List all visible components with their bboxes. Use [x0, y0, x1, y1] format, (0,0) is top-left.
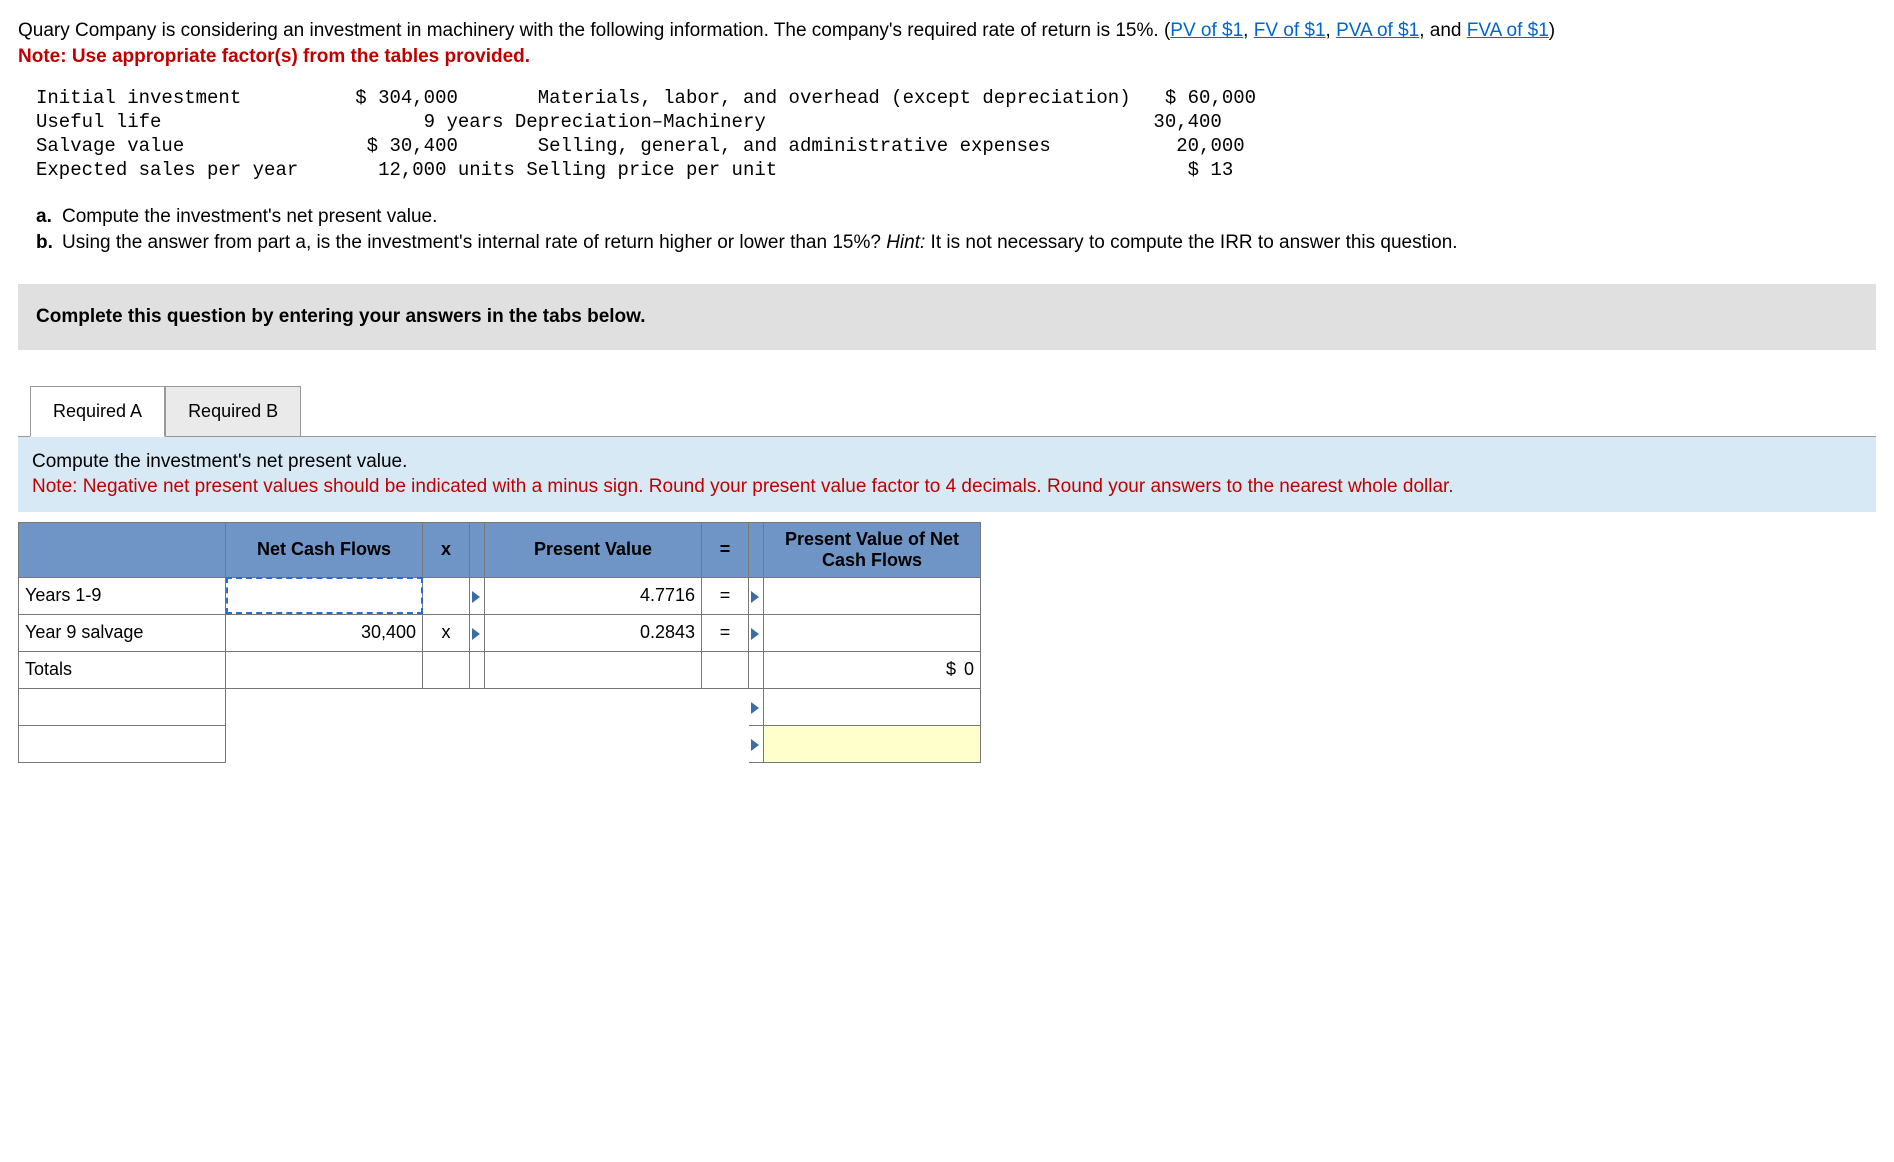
input-ncf-years-1-9[interactable] — [226, 577, 423, 614]
table-row-years-1-9: Years 1-9 4.7716 = — [19, 577, 981, 614]
table-row-blank-2 — [19, 725, 981, 762]
output-pvn-salvage[interactable] — [764, 614, 981, 651]
question-a-mark: a. — [36, 204, 62, 230]
tab-body-required-a: Compute the investment's net present val… — [18, 436, 1876, 763]
dropdown-icon[interactable] — [472, 628, 480, 640]
question-a-text: Compute the investment's net present val… — [62, 204, 437, 230]
output-totals: $0 — [764, 651, 981, 688]
col-net-cash-flows: Net Cash Flows — [226, 522, 423, 577]
problem-intro: Quary Company is considering an investme… — [18, 18, 1876, 69]
tab-required-b[interactable]: Required B — [165, 386, 301, 437]
row-label: Years 1-9 — [19, 577, 226, 614]
dropdown-icon[interactable] — [751, 591, 759, 603]
col-present-value: Present Value — [485, 522, 702, 577]
dropdown-icon[interactable] — [751, 628, 759, 640]
dropdown-icon[interactable] — [472, 591, 480, 603]
question-list: a. Compute the investment's net present … — [36, 204, 1858, 255]
dropdown-icon[interactable] — [751, 702, 759, 714]
table-row-year-9-salvage: Year 9 salvage 30,400 x 0.2843 = — [19, 614, 981, 651]
question-b-text: Using the answer from part a, is the inv… — [62, 230, 1458, 256]
tab-required-a[interactable]: Required A — [30, 386, 165, 437]
given-data-block: Initial investment $ 304,000 Materials, … — [36, 87, 1858, 182]
note-use-factors: Note: Use appropriate factor(s) from the… — [18, 46, 530, 67]
fva-of-1-link[interactable]: FVA of $1 — [1467, 20, 1549, 41]
table-row-blank-1 — [19, 688, 981, 725]
col-pv-net-cash-flows: Present Value of Net Cash Flows — [764, 522, 981, 577]
fv-of-1-link[interactable]: FV of $1 — [1254, 20, 1326, 41]
row-label: Year 9 salvage — [19, 614, 226, 651]
input-pv-factor-years-1-9[interactable]: 4.7716 — [485, 577, 702, 614]
input-npv-result[interactable] — [764, 725, 981, 762]
intro-text: Quary Company is considering an investme… — [18, 20, 1170, 41]
table-row-totals: Totals $0 — [19, 651, 981, 688]
input-ncf-salvage[interactable]: 30,400 — [226, 614, 423, 651]
input-pv-factor-salvage[interactable]: 0.2843 — [485, 614, 702, 651]
npv-table: Net Cash Flows x Present Value = Present… — [18, 522, 981, 763]
compute-instructions: Compute the investment's net present val… — [18, 437, 1876, 512]
row-label: Totals — [19, 651, 226, 688]
col-eq: = — [702, 522, 749, 577]
tab-bar: Required A Required B — [30, 386, 1876, 437]
instruction-bar: Complete this question by entering your … — [18, 284, 1876, 350]
dropdown-icon[interactable] — [751, 739, 759, 751]
pv-of-1-link[interactable]: PV of $1 — [1170, 20, 1243, 41]
col-x: x — [423, 522, 470, 577]
output-pvn-years-1-9[interactable] — [764, 577, 981, 614]
question-b-mark: b. — [36, 230, 62, 256]
pva-of-1-link[interactable]: PVA of $1 — [1336, 20, 1419, 41]
